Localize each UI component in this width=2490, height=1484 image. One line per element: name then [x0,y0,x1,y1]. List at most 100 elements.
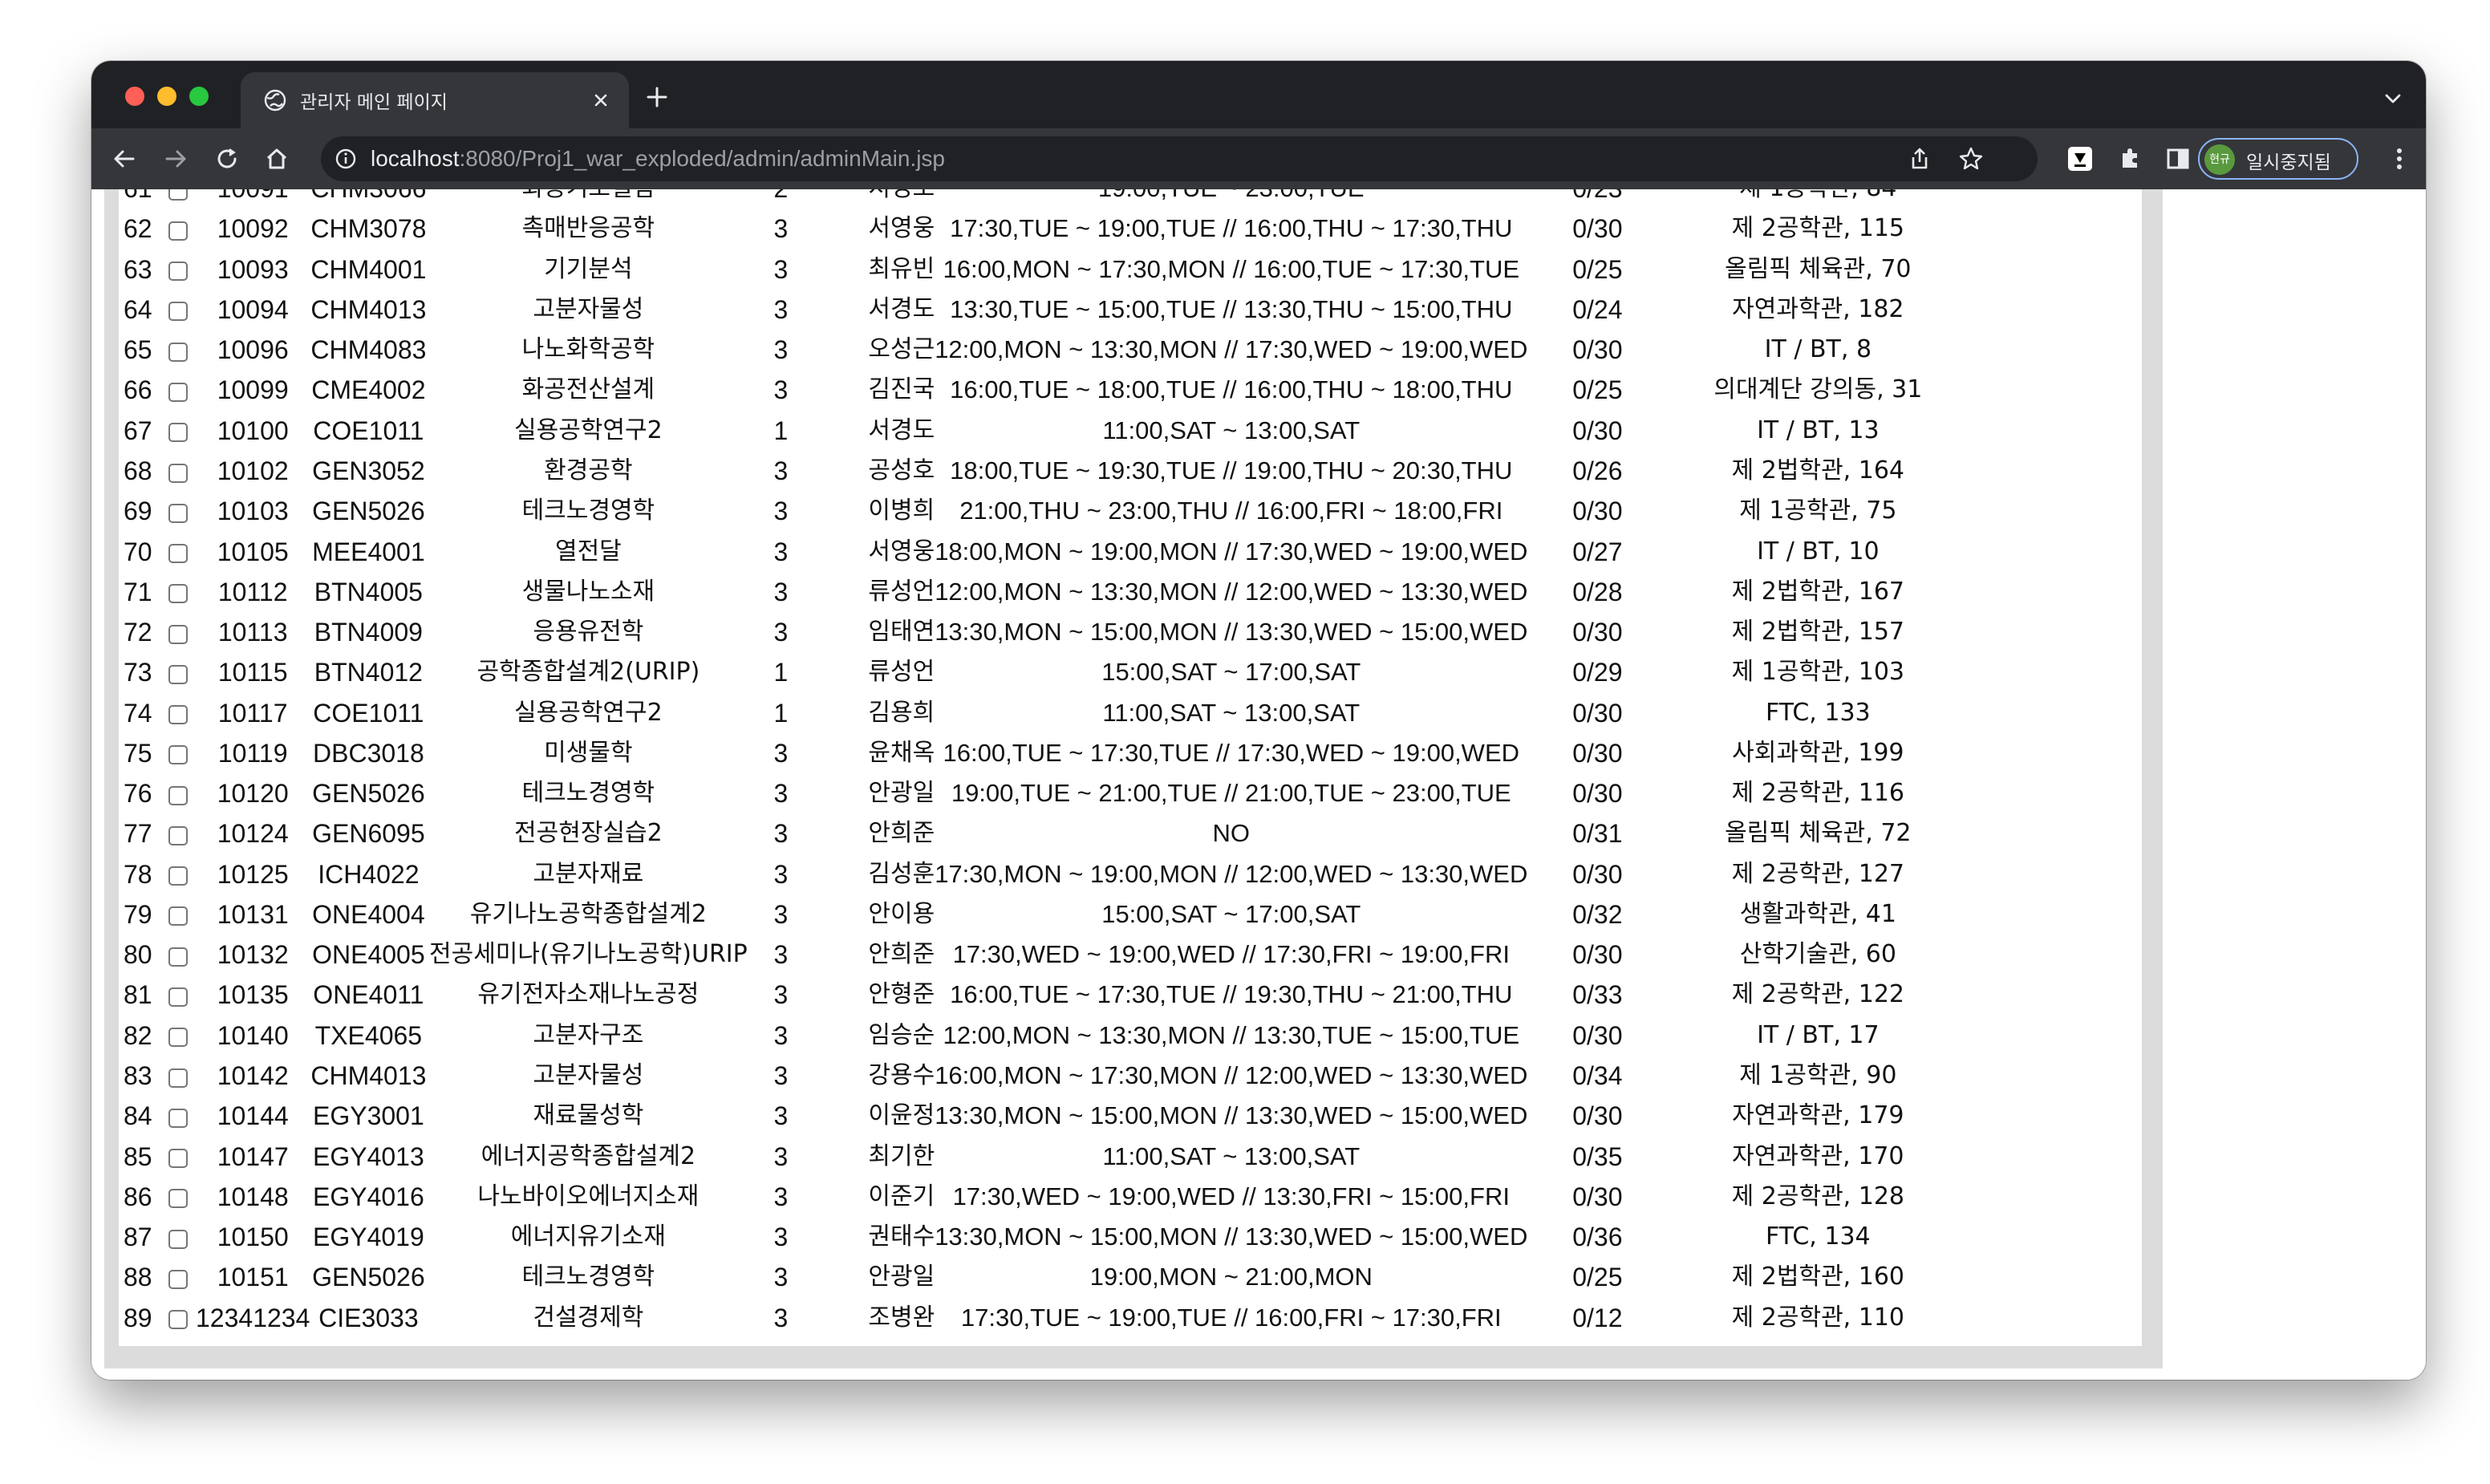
row-checkbox[interactable] [168,503,188,523]
course-id: 10142 [217,1060,289,1090]
row-checkbox-cell [160,1096,196,1136]
row-checkbox[interactable] [168,544,188,564]
table-row: 66 10099 CME4002 화공전산설계 3 김진국 16:00,TUE ~ 18:0… [119,370,1969,410]
course-table-scroll-area[interactable]: 6110091CHM3066화공기초실험2서경도19:00,TUE ~ 23:0… [119,189,2142,1346]
row-checkbox[interactable] [168,423,188,443]
course-name: 열전달 [554,537,622,566]
close-icon[interactable] [589,88,613,112]
course-credit: 3 [773,1101,789,1131]
table-row: 63 10093 CHM4001 기기분석 3 최유빈 16:00,MON ~ 17:30,… [119,249,1969,290]
course-credit: 2 [749,189,812,209]
row-checkbox[interactable] [168,906,188,926]
row-checkbox[interactable] [168,866,188,886]
course-id: 10092 [217,214,289,244]
row-number: 71 [124,577,152,606]
profile-button[interactable]: 현규 일시중지됨 [2198,138,2358,180]
row-checkbox[interactable] [168,383,188,402]
class-time: 21:00,THU ~ 23:00,THU // 16:00,FRI ~ 18:… [959,497,1503,525]
row-checkbox[interactable] [168,1310,188,1330]
row-checkbox[interactable] [168,705,188,725]
reload-icon[interactable] [212,144,242,174]
minimize-window-button[interactable] [157,87,176,106]
home-icon[interactable] [262,144,292,174]
puzzle-icon[interactable] [2115,144,2145,174]
back-arrow-icon[interactable] [109,144,140,174]
info-icon[interactable] [334,147,358,171]
row-number: 69 [124,497,152,526]
course-code: CHM3078 [310,214,427,244]
row-checkbox[interactable] [168,825,188,845]
row-checkbox-cell [160,773,196,813]
course-id: 10120 [217,779,289,809]
close-window-button[interactable] [125,87,144,106]
enrollment-count: 0/32 [1572,899,1623,929]
maximize-window-button[interactable] [189,87,209,106]
kebab-menu-icon[interactable] [2384,144,2415,174]
classroom: IT / BT, 17 [1757,1020,1880,1049]
tab-admin-main[interactable]: 관리자 메인 페이지 [241,72,629,128]
row-checkbox[interactable] [168,1149,188,1169]
class-time: 16:00,TUE ~ 17:30,TUE // 19:30,THU ~ 21:… [950,980,1513,1009]
classroom: 제 2공학관, 122 [1731,980,1905,1009]
row-checkbox[interactable] [168,221,188,241]
row-checkbox[interactable] [168,302,188,322]
course-credit: 3 [773,738,789,768]
row-number: 89 [124,1303,152,1332]
classroom: 제 1공학관, 84 [1667,189,1969,209]
table-row: 61 10091CHM3066화공기초실험2서경도19:00,TUE ~ 23:0… [119,189,1969,209]
row-checkbox[interactable] [168,342,188,362]
row-checkbox[interactable] [168,262,188,282]
browser-toolbar: localhost:8080/Proj1_war_exploded/admin/… [91,128,2426,189]
course-credit: 3 [773,1222,789,1252]
address-bar[interactable]: localhost:8080/Proj1_war_exploded/admin/… [321,136,2038,181]
row-checkbox[interactable] [168,584,188,604]
row-checkbox[interactable] [168,664,188,684]
table-row: 84 10144 EGY3001 재료물성학 3 이윤정 13:30,MON ~ 15:00… [119,1096,1969,1136]
row-checkbox[interactable] [168,1189,188,1209]
row-checkbox[interactable] [168,947,188,967]
table-row: 65 10096 CHM4083 나노화학공학 3 오성근 12:00,MON ~ 13:3… [119,330,1969,370]
table-row: 70 10105 MEE4001 열전달 3 서영웅 18:00,MON ~ 19:00,M… [119,531,1969,571]
course-credit: 3 [773,819,789,849]
forward-arrow-icon[interactable] [160,144,191,174]
table-row: 85 10147 EGY4013 에너지공학종합설계2 3 최기한 11:00,SAT ~ … [119,1136,1969,1176]
professor-name: 오성근 [868,335,935,364]
row-number: 67 [124,416,152,445]
row-checkbox[interactable] [168,987,188,1007]
download-extension-icon[interactable] [2065,144,2095,174]
row-checkbox[interactable] [168,1269,188,1289]
row-checkbox[interactable] [168,745,188,765]
classroom: 제 1공학관, 90 [1739,1060,1897,1089]
row-checkbox-cell [160,1056,196,1096]
row-checkbox[interactable] [168,463,188,483]
row-checkbox[interactable] [168,624,188,644]
row-number: 87 [124,1222,152,1252]
plus-icon[interactable] [643,83,671,111]
course-id: 10100 [217,416,289,445]
row-checkbox[interactable] [168,1229,188,1249]
chevron-down-icon[interactable] [2381,87,2405,111]
professor-name: 이윤정 [868,1101,935,1130]
side-panel-icon[interactable] [2163,144,2193,174]
course-credit: 3 [773,577,789,606]
classroom: 제 1공학관, 75 [1739,497,1897,525]
course-name: 나노바이오에너지소재 [477,1182,700,1210]
row-checkbox[interactable] [168,1068,188,1088]
classroom: 올림픽 체육관, 70 [1725,254,1912,283]
course-id: 10094 [217,294,289,324]
row-checkbox[interactable] [168,1108,188,1128]
course-name: 고분자물성 [533,1060,644,1089]
professor-name: 류성언 [868,577,935,606]
class-time: 17:30,WED ~ 19:00,WED // 13:30,FRI ~ 15:… [952,1182,1510,1210]
row-checkbox[interactable] [168,189,188,201]
share-icon[interactable] [1906,145,1933,172]
page-content: 6110091CHM3066화공기초실험2서경도19:00,TUE ~ 23:0… [91,189,2426,1380]
course-code: CHM3066 [310,189,427,209]
course-code: ONE4005 [312,940,425,970]
row-checkbox[interactable] [168,785,188,805]
star-icon[interactable] [1957,145,1985,172]
classroom: IT / BT, 10 [1757,537,1880,566]
row-checkbox[interactable] [168,1028,188,1048]
row-checkbox-cell [160,1257,196,1297]
course-id: 10150 [217,1222,289,1252]
